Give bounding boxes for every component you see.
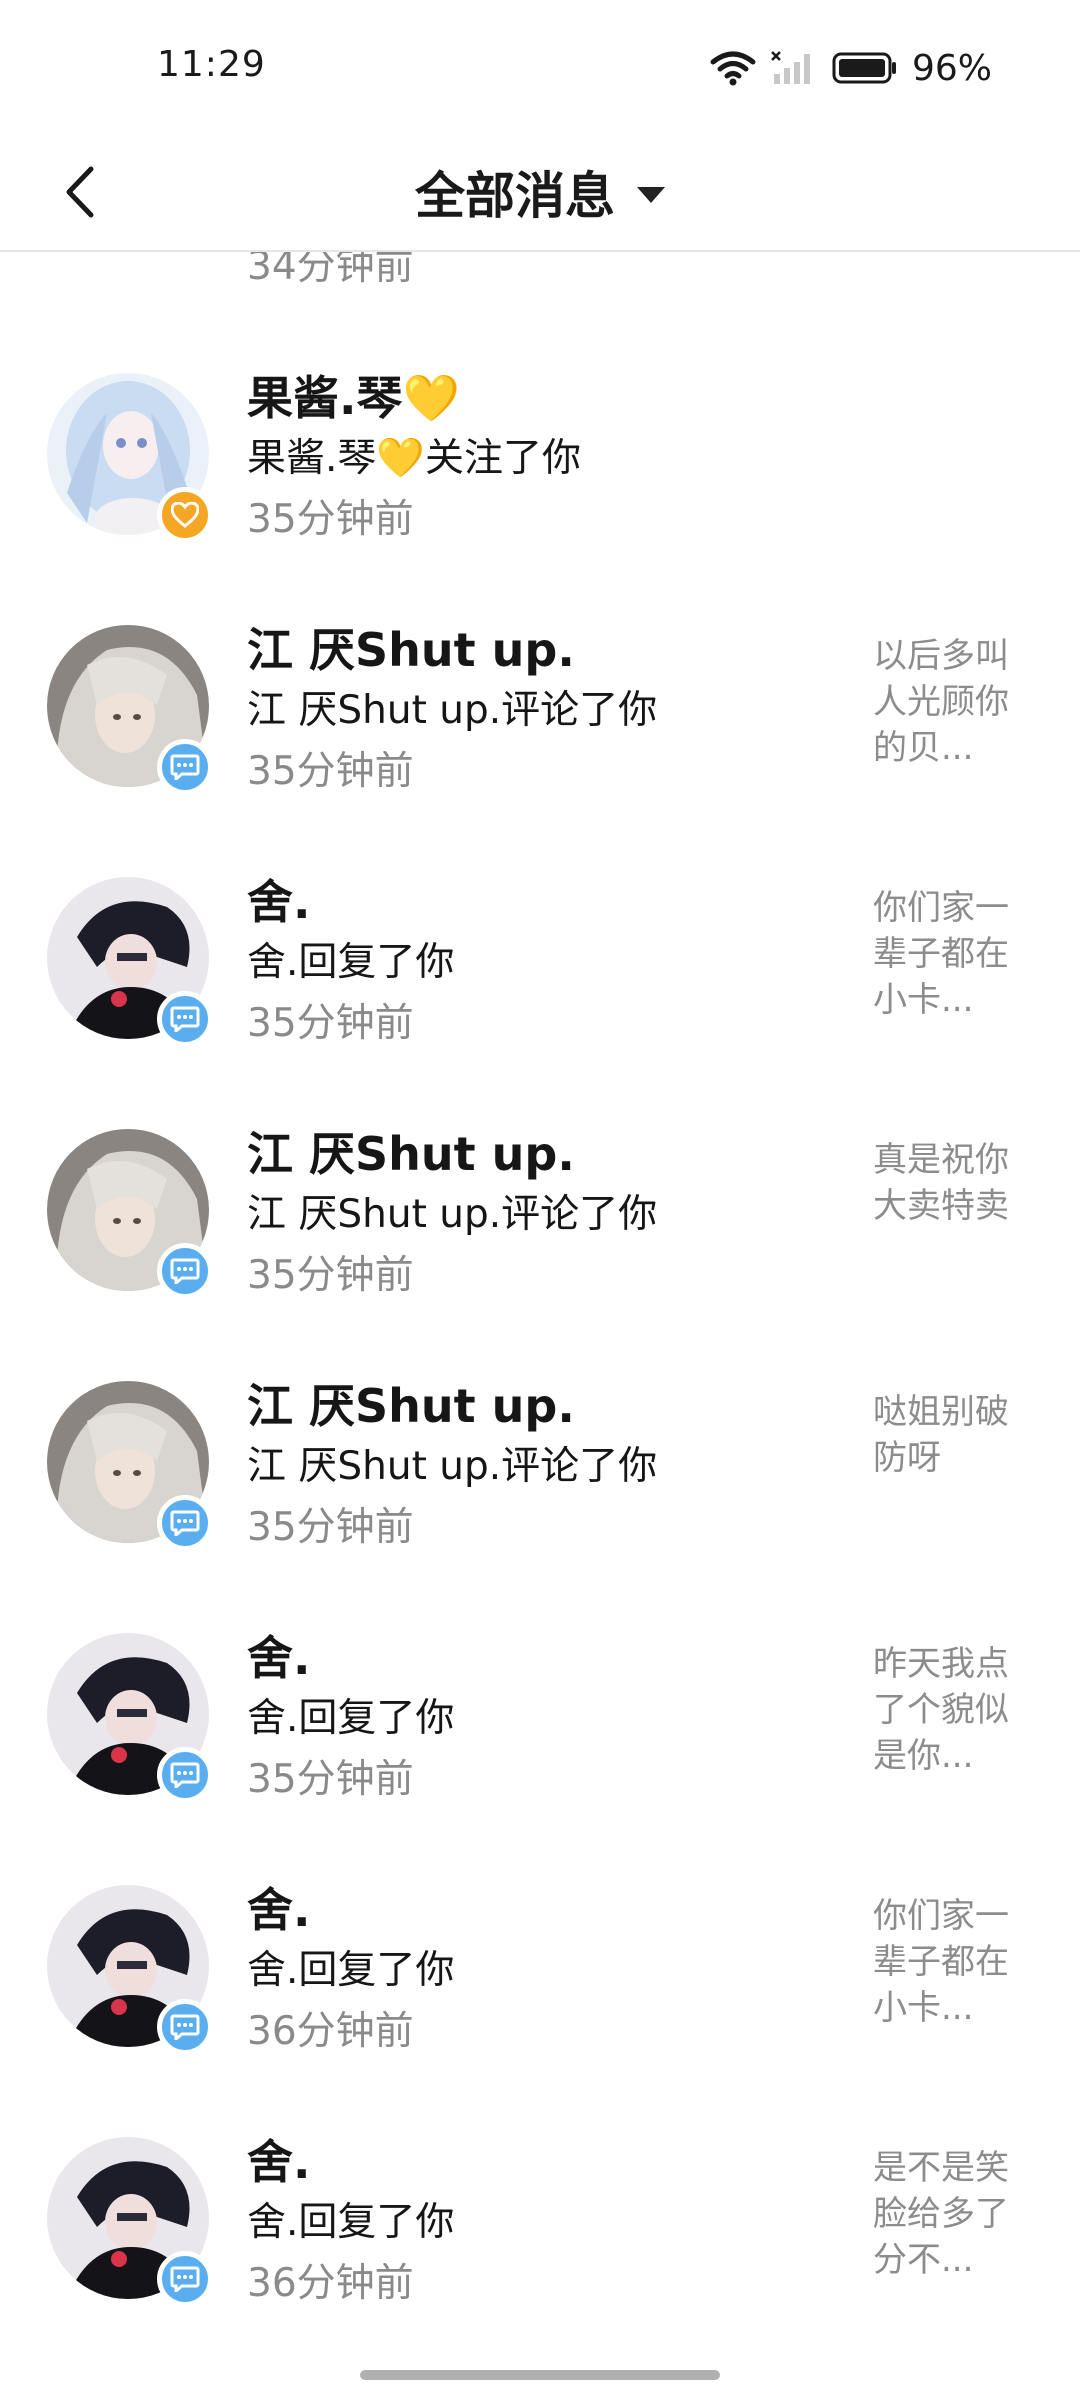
message-action: 舍.回复了你 — [247, 2200, 455, 2245]
message-action: 舍.回复了你 — [247, 1948, 455, 1993]
avatar-container[interactable] — [47, 625, 213, 795]
comment-icon — [170, 1258, 200, 1284]
list-item[interactable]: 舍. 舍.回复了你 36分钟前 是不是笑脸给多了分不... — [0, 2135, 1080, 2389]
message-preview[interactable]: 以后多叫人光顾你的贝... — [873, 633, 1023, 771]
message-preview[interactable]: 昨天我点了个貌似是你... — [873, 1641, 1023, 1779]
avatar-container[interactable] — [47, 877, 213, 1047]
message-time: 35分钟前 — [247, 1757, 414, 1802]
comment-badge — [157, 1243, 213, 1299]
heart-icon — [171, 502, 199, 528]
avatar-container[interactable] — [47, 1381, 213, 1551]
comment-icon — [170, 2014, 200, 2040]
message-action: 江 厌Shut up.评论了你 — [247, 1192, 658, 1237]
wifi-icon — [710, 51, 756, 86]
message-text: 江 厌Shut up. 江 厌Shut up.评论了你 35分钟前 — [247, 1123, 847, 1307]
message-action: 果酱.琴💛关注了你 — [247, 436, 581, 481]
message-action: 舍.回复了你 — [247, 940, 455, 985]
comment-badge — [157, 2251, 213, 2307]
list-item[interactable]: 江 厌Shut up. 江 厌Shut up.评论了你 35分钟前 哒姐别破防呀 — [0, 1379, 1080, 1633]
list-item[interactable]: 舍. 舍.回复了你 35分钟前 昨天我点了个貌似是你... — [0, 1631, 1080, 1885]
battery-percent: 96% — [911, 47, 992, 89]
comment-badge — [157, 1747, 213, 1803]
message-filter-dropdown[interactable]: 全部消息 — [0, 132, 1080, 252]
caret-down-icon[interactable] — [637, 187, 665, 203]
comment-icon — [170, 754, 200, 780]
message-time: 36分钟前 — [247, 2009, 414, 2054]
list-item[interactable]: 果酱.琴💛 果酱.琴💛关注了你 35分钟前 — [0, 371, 1080, 625]
avatar-container[interactable] — [47, 2137, 213, 2307]
message-action: 舍.回复了你 — [247, 1696, 455, 1741]
sender-name[interactable]: 江 厌Shut up. — [247, 619, 847, 681]
avatar-container[interactable] — [47, 1885, 213, 2055]
message-time: 35分钟前 — [247, 749, 414, 794]
sender-name[interactable]: 舍. — [247, 1879, 847, 1941]
message-text: 江 厌Shut up. 江 厌Shut up.评论了你 35分钟前 — [247, 1375, 847, 1559]
sender-name[interactable]: 舍. — [247, 2131, 847, 2193]
list-item[interactable]: 江 厌Shut up. 江 厌Shut up.评论了你 35分钟前 真是祝你大卖… — [0, 1127, 1080, 1381]
sender-name[interactable]: 江 厌Shut up. — [247, 1375, 847, 1437]
battery-icon — [832, 52, 896, 84]
avatar-container[interactable] — [47, 373, 213, 543]
sender-name[interactable]: 舍. — [247, 1627, 847, 1689]
message-action: 江 厌Shut up.评论了你 — [247, 1444, 658, 1489]
comment-icon — [170, 1762, 200, 1788]
status-bar: 11:29 96% — [0, 0, 1080, 132]
message-text: 江 厌Shut up. 江 厌Shut up.评论了你 35分钟前 — [247, 619, 847, 803]
avatar-container[interactable] — [47, 1633, 213, 1803]
message-text: 果酱.琴💛 果酱.琴💛关注了你 35分钟前 — [247, 367, 847, 551]
header: 全部消息 — [0, 132, 1080, 252]
list-item[interactable]: 舍. 舍.回复了你 35分钟前 你们家一辈子都在小卡... — [0, 875, 1080, 1129]
message-text: 舍. 舍.回复了你 36分钟前 — [247, 2131, 847, 2315]
message-text: 舍. 舍.回复了你 35分钟前 — [247, 871, 847, 1055]
message-preview[interactable]: 真是祝你大卖特卖 — [873, 1137, 1023, 1229]
page-title[interactable]: 全部消息 — [415, 156, 615, 228]
comment-badge — [157, 1999, 213, 2055]
screen: 34分钟前 果酱.琴💛 果酱.琴💛关注了你 35分钟前 江 厌Shut up. … — [0, 0, 1080, 2400]
sender-name[interactable]: 舍. — [247, 871, 847, 933]
home-indicator[interactable] — [360, 2370, 720, 2380]
list-item[interactable]: 江 厌Shut up. 江 厌Shut up.评论了你 35分钟前 以后多叫人光… — [0, 623, 1080, 877]
status-icons: 96% — [710, 44, 992, 92]
comment-icon — [170, 1006, 200, 1032]
message-preview[interactable]: 你们家一辈子都在小卡... — [873, 1893, 1023, 2031]
avatar-container[interactable] — [47, 1129, 213, 1299]
sender-name[interactable]: 江 厌Shut up. — [247, 1123, 847, 1185]
comment-icon — [170, 1510, 200, 1536]
message-time: 35分钟前 — [247, 497, 414, 542]
message-preview[interactable]: 你们家一辈子都在小卡... — [873, 885, 1023, 1023]
comment-badge — [157, 991, 213, 1047]
message-action: 江 厌Shut up.评论了你 — [247, 688, 658, 733]
message-time: 35分钟前 — [247, 1505, 414, 1550]
message-time: 35分钟前 — [247, 1253, 414, 1298]
message-preview[interactable]: 哒姐别破防呀 — [873, 1389, 1023, 1481]
sender-name[interactable]: 果酱.琴💛 — [247, 367, 847, 429]
message-list[interactable]: 34分钟前 果酱.琴💛 果酱.琴💛关注了你 35分钟前 江 厌Shut up. … — [0, 0, 1080, 2400]
comment-icon — [170, 2266, 200, 2292]
message-text: 舍. 舍.回复了你 35分钟前 — [247, 1627, 847, 1811]
message-text: 舍. 舍.回复了你 36分钟前 — [247, 1879, 847, 2063]
follow-badge — [157, 487, 213, 543]
list-item[interactable]: 舍. 舍.回复了你 36分钟前 你们家一辈子都在小卡... — [0, 1883, 1080, 2137]
message-time: 35分钟前 — [247, 1001, 414, 1046]
message-preview[interactable]: 是不是笑脸给多了分不... — [873, 2145, 1023, 2283]
status-time: 11:29 — [157, 44, 266, 85]
no-signal-icon — [771, 51, 810, 84]
comment-badge — [157, 1495, 213, 1551]
comment-badge — [157, 739, 213, 795]
message-time: 36分钟前 — [247, 2261, 414, 2306]
